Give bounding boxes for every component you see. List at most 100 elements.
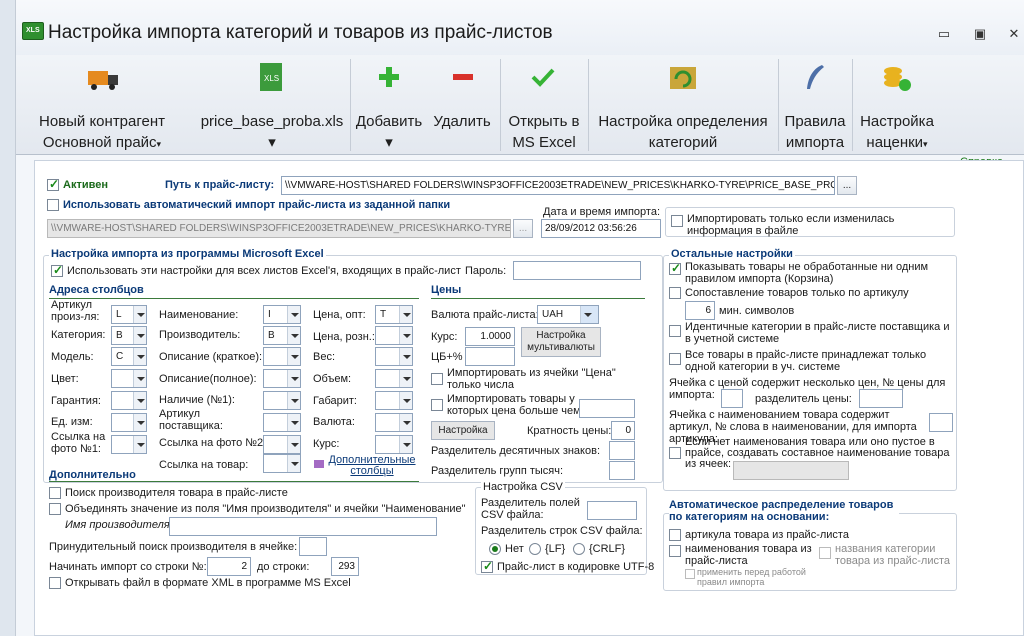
- chevron-down-icon: [133, 348, 146, 365]
- datetime-label: Дата и время импорта:: [543, 206, 661, 218]
- column-select[interactable]: [263, 391, 301, 410]
- group-separator-input[interactable]: [609, 461, 635, 480]
- manufacturer-name-input[interactable]: [169, 517, 437, 536]
- column-select[interactable]: C: [111, 347, 147, 366]
- column-select[interactable]: B: [111, 326, 147, 345]
- column-select[interactable]: T: [375, 305, 413, 324]
- close-icon[interactable]: ✕: [1004, 26, 1024, 42]
- new-counterparty-button[interactable]: Новый контрагент Основной прайс▾: [20, 55, 184, 155]
- auto-import-checkbox[interactable]: [47, 199, 59, 211]
- column-select[interactable]: [375, 347, 413, 366]
- composite-cells-input[interactable]: [733, 461, 849, 480]
- auto-browse-button[interactable]: ...: [513, 219, 533, 238]
- import-numbers-checkbox[interactable]: [431, 373, 443, 385]
- csv-field-separator-input[interactable]: [587, 501, 637, 520]
- match-by-article-checkbox[interactable]: [669, 287, 681, 299]
- column-select[interactable]: [263, 454, 301, 473]
- search-manufacturer-checkbox[interactable]: [49, 487, 61, 499]
- chevron-down-icon: [287, 306, 300, 323]
- column-select[interactable]: [111, 413, 147, 432]
- markup-settings-button[interactable]: Настройка наценки▾: [854, 55, 940, 155]
- line-sep-lf-radio[interactable]: [529, 543, 541, 555]
- price-number-input[interactable]: [721, 389, 743, 408]
- line-sep-none-radio[interactable]: [489, 543, 501, 555]
- apply-before-rules-checkbox[interactable]: [685, 569, 695, 579]
- datetime-input[interactable]: 28/09/2012 03:56:26: [541, 219, 661, 238]
- composite-name-checkbox[interactable]: [669, 447, 681, 459]
- open-xml-checkbox[interactable]: [49, 577, 61, 589]
- auto-import-path-input[interactable]: \\VMWARE-HOST\SHARED FOLDERS\WINSP3OFFIC…: [47, 219, 511, 238]
- browse-button[interactable]: ...: [837, 176, 857, 195]
- csv-field-separator-label: Разделитель полей CSV файла:: [481, 497, 580, 521]
- chevron-down-icon: [399, 306, 412, 323]
- active-checkbox[interactable]: [47, 177, 59, 191]
- excel-app-icon: [22, 22, 44, 40]
- field-label: Ссылка на фото №2:: [159, 437, 267, 449]
- plus-icon: [379, 67, 399, 87]
- by-name-label: наименования товара из прайс-листа: [685, 543, 812, 567]
- only-changed-checkbox[interactable]: [671, 215, 683, 227]
- column-select[interactable]: [111, 391, 147, 410]
- column-select[interactable]: [263, 413, 301, 432]
- cb-input[interactable]: [465, 347, 515, 366]
- all-one-category-checkbox[interactable]: [669, 353, 681, 365]
- min-symbols-input[interactable]: 6: [685, 301, 715, 320]
- by-category-names-checkbox[interactable]: [819, 547, 831, 559]
- decimal-separator-input[interactable]: [609, 441, 635, 460]
- column-select[interactable]: [375, 413, 413, 432]
- open-excel-button[interactable]: Открыть в MS Excel: [502, 55, 586, 155]
- minimize-icon[interactable]: ▭: [934, 26, 954, 42]
- chevron-down-icon: [580, 306, 598, 323]
- identical-categories-checkbox[interactable]: [669, 325, 681, 337]
- delete-button[interactable]: Удалить: [426, 55, 498, 155]
- add-button[interactable]: Добавить ▾: [352, 55, 426, 155]
- column-select[interactable]: I: [263, 305, 301, 324]
- column-select[interactable]: [111, 369, 147, 388]
- extra-columns-link[interactable]: Дополнительные столбцы: [327, 455, 417, 477]
- separator: [350, 59, 351, 151]
- multiplicity-input[interactable]: 0: [611, 421, 635, 440]
- forced-search-input[interactable]: [299, 537, 327, 556]
- column-select[interactable]: [263, 347, 301, 366]
- min-price-input[interactable]: [579, 399, 635, 418]
- to-row-label: до строки:: [257, 561, 310, 573]
- auto-distribution-title: Автоматическое распределение товаров по …: [669, 499, 899, 523]
- currency-select[interactable]: UAH: [537, 305, 599, 324]
- column-select[interactable]: L: [111, 305, 147, 324]
- price-file-button[interactable]: XLS price_base_proba.xls ▾: [192, 55, 352, 155]
- category-definition-button[interactable]: Настройка определения категорий: [590, 55, 776, 155]
- price-separator-input[interactable]: [859, 389, 903, 408]
- column-select[interactable]: [375, 326, 413, 345]
- by-name-checkbox[interactable]: [669, 545, 681, 557]
- multicurrency-button[interactable]: Настройка мультивалюты: [521, 327, 601, 357]
- separator: [500, 59, 501, 151]
- utf8-checkbox[interactable]: [481, 559, 493, 573]
- chevron-down-icon: ▾: [268, 134, 276, 151]
- import-rules-button[interactable]: Правила импорта: [780, 55, 850, 155]
- show-unprocessed-checkbox[interactable]: [669, 261, 681, 275]
- article-word-input[interactable]: [929, 413, 953, 432]
- column-select[interactable]: [375, 391, 413, 410]
- settings-button[interactable]: Настройка: [431, 421, 495, 440]
- to-row-input[interactable]: 293: [331, 557, 359, 576]
- column-select[interactable]: [375, 435, 413, 454]
- import-price-gt-checkbox[interactable]: [431, 399, 443, 411]
- column-select[interactable]: B: [263, 326, 301, 345]
- start-row-input[interactable]: 2: [207, 557, 251, 576]
- catdef-label-2: категорий: [648, 134, 718, 151]
- column-select[interactable]: [263, 369, 301, 388]
- merge-names-checkbox[interactable]: [49, 503, 61, 515]
- column-select[interactable]: [111, 435, 147, 454]
- line-sep-crlf-radio[interactable]: [573, 543, 585, 555]
- column-select[interactable]: [375, 369, 413, 388]
- path-input[interactable]: \\VMWARE-HOST\SHARED FOLDERS\WINSP3OFFIC…: [281, 176, 835, 195]
- maximize-icon[interactable]: ▣: [970, 26, 990, 42]
- use-all-sheets-checkbox[interactable]: [51, 263, 63, 277]
- rate-input[interactable]: 1.0000: [465, 327, 515, 346]
- rate-label: Курс:: [431, 331, 458, 343]
- field-label: Габарит:: [313, 395, 357, 407]
- by-article-label: артикула товара из прайс-листа: [685, 529, 849, 541]
- by-article-checkbox[interactable]: [669, 529, 681, 541]
- column-select[interactable]: [263, 435, 301, 454]
- password-input[interactable]: [513, 261, 641, 280]
